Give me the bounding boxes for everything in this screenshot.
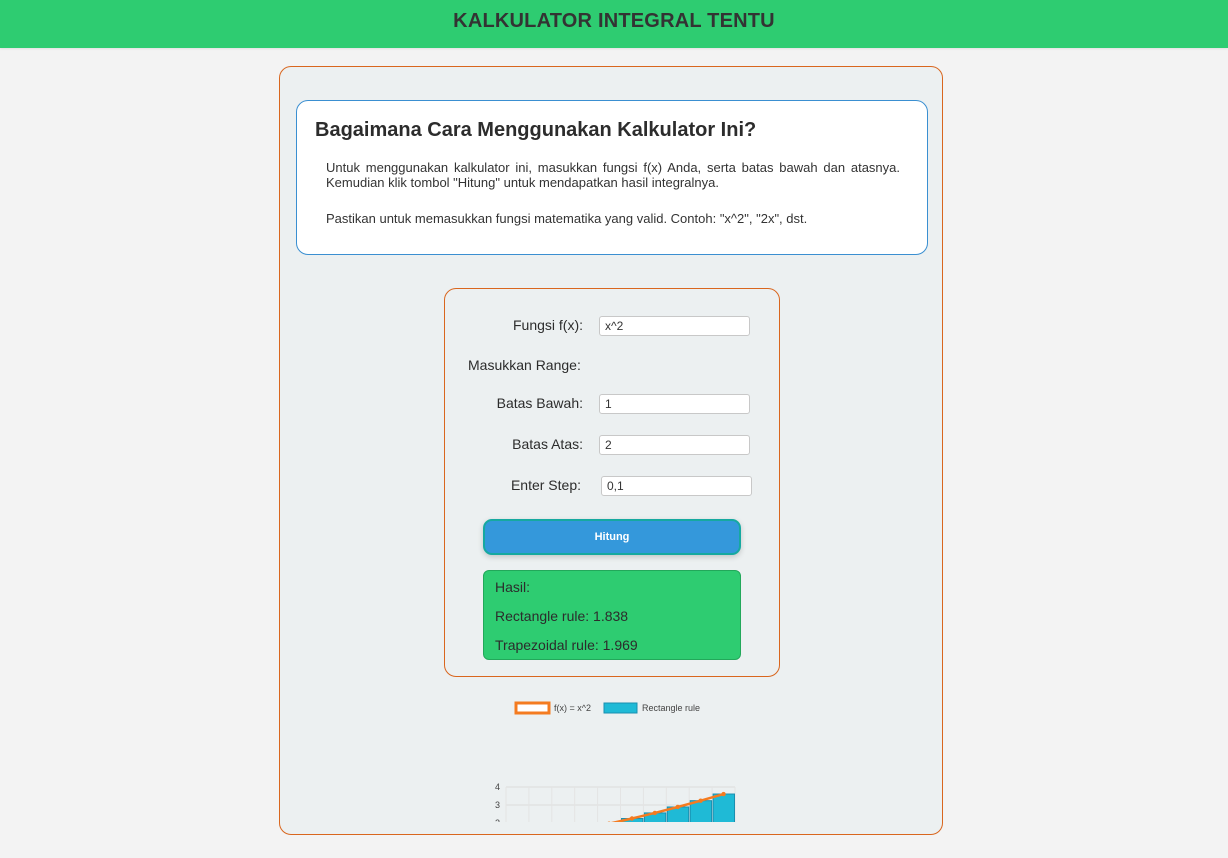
legend-swatch-function <box>514 701 551 715</box>
chart-point <box>721 791 726 797</box>
legend-label-function: f(x) = x^2 <box>554 703 591 713</box>
result-box: Hasil: Rectangle rule: 1.838 Trapezoidal… <box>483 570 741 660</box>
y-tick-label: 4 <box>495 782 500 792</box>
function-label: Fungsi f(x): <box>512 317 583 333</box>
upper-bound-label: Batas Atas: <box>512 436 583 452</box>
y-tick-label: 2 <box>495 818 500 822</box>
integral-chart: f(x) = x^2 Rectangle rule 01234 1.01.11.… <box>495 701 736 858</box>
page-title: KALKULATOR INTEGRAL TENTU <box>453 10 775 32</box>
rectangle-rule-result: Rectangle rule: 1.838 <box>495 608 629 624</box>
upper-bound-input[interactable] <box>599 435 750 455</box>
function-input[interactable] <box>599 316 750 336</box>
legend-label-rectangle: Rectangle rule <box>642 703 700 713</box>
step-input[interactable] <box>601 476 752 496</box>
lower-bound-input[interactable] <box>599 394 750 414</box>
instructions-paragraph-1: Untuk menggunakan kalkulator ini, masukk… <box>326 160 900 190</box>
calculator-form: Fungsi f(x): Masukkan Range: Batas Bawah… <box>444 288 780 677</box>
chart-point <box>675 804 680 810</box>
legend-swatch-rectangle <box>603 702 638 714</box>
chart-point <box>652 810 658 816</box>
chart-bar <box>712 793 736 858</box>
instructions-heading: Bagaimana Cara Menggunakan Kalkulator In… <box>315 119 757 141</box>
step-label: Enter Step: <box>510 477 581 493</box>
lower-bound-label: Batas Bawah: <box>496 395 583 411</box>
range-label: Masukkan Range: <box>468 357 581 373</box>
chart-point <box>698 798 703 803</box>
header-bar: KALKULATOR INTEGRAL TENTU <box>0 0 1228 48</box>
trapezoidal-rule-result: Trapezoidal rule: 1.969 <box>495 637 638 653</box>
main-container: Bagaimana Cara Menggunakan Kalkulator In… <box>279 66 943 858</box>
calculate-button[interactable]: Hitung <box>483 519 741 555</box>
chart-legend: f(x) = x^2 Rectangle rule <box>514 701 700 715</box>
y-tick-label: 3 <box>495 800 500 810</box>
chart-point <box>629 816 635 821</box>
instructions-paragraph-2: Pastikan untuk memasukkan fungsi matemat… <box>326 211 808 226</box>
result-title: Hasil: <box>495 579 531 595</box>
y-axis-ticks: 01234 <box>495 782 500 858</box>
instructions-card: Bagaimana Cara Menggunakan Kalkulator In… <box>296 100 928 255</box>
chart-container: f(x) = x^2 Rectangle rule 01234 1.01.11.… <box>492 697 752 858</box>
